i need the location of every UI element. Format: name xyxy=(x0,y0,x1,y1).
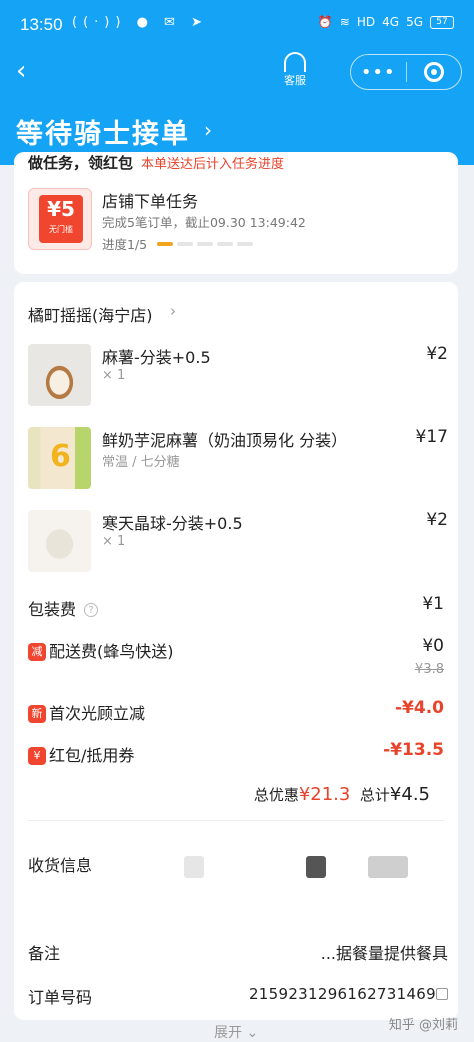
item-image xyxy=(28,344,91,406)
coupon-label: 无门槛 xyxy=(49,225,73,234)
order-number-label: 订单号码 xyxy=(28,988,93,1007)
headset-icon xyxy=(284,52,306,72)
delivery-fee-label: 配送费(蜂鸟快送) xyxy=(49,642,174,661)
delivery-original-fee: ¥3.8 xyxy=(415,662,444,677)
redpack-value: -¥13.5 xyxy=(383,740,444,760)
packing-fee-label: 包装费 xyxy=(28,600,77,619)
chevron-right-icon[interactable]: › xyxy=(170,302,176,320)
coupon-badge: ¥5 无门槛 xyxy=(28,188,92,250)
total-discount-value: ¥21.3 xyxy=(298,784,351,805)
remark-row: 备注 ...据餐量提供餐具 xyxy=(28,940,448,964)
item-image xyxy=(28,427,91,489)
order-status-title[interactable]: 等待骑士接单 xyxy=(16,112,190,151)
delivery-fee-row: 减配送费(蜂鸟快送) ¥0 xyxy=(28,636,458,664)
order-item: 麻薯-分装+0.5 × 1 ¥2 xyxy=(28,344,448,408)
discount-tag: 减 xyxy=(28,643,46,661)
total-label: 总计 xyxy=(359,786,390,804)
item-price: ¥2 xyxy=(426,344,448,364)
task-card: 做任务，领红包 本单送达后计入任务进度 ¥5 无门槛 店铺下单任务 完成5笔订单，… xyxy=(14,152,458,274)
redpack-row: ¥ 红包/抵用券 -¥13.5 xyxy=(28,740,458,768)
progress-segment xyxy=(177,242,193,246)
progress-segment xyxy=(197,242,213,246)
item-price: ¥2 xyxy=(426,510,448,530)
shop-name[interactable]: 橘町摇摇(海宁店) xyxy=(28,302,153,326)
redacted-block xyxy=(368,856,408,878)
mail-icon: ✉ xyxy=(164,15,181,30)
task-title: 店铺下单任务 xyxy=(102,192,199,211)
divider xyxy=(28,820,444,821)
item-name: 鲜奶芋泥麻薯（奶油顶易化 分装） xyxy=(102,431,348,450)
send-icon: ➤ xyxy=(191,15,208,30)
customer-service-button[interactable]: 客服 xyxy=(275,52,315,88)
item-spec: × 1 xyxy=(102,368,126,383)
signal-wave-icon: ((·)) xyxy=(72,15,127,30)
remark-label: 备注 xyxy=(28,944,61,963)
signal-5g-icon: 5G xyxy=(406,15,423,29)
task-description: 完成5笔订单，截止09.30 13:49:42 xyxy=(102,215,306,230)
packing-fee-value: ¥1 xyxy=(422,594,444,614)
new-discount-value: -¥4.0 xyxy=(395,698,444,718)
item-price: ¥17 xyxy=(415,427,448,447)
copy-icon[interactable] xyxy=(436,988,448,1000)
customer-service-label: 客服 xyxy=(284,74,306,87)
redpack-label: 红包/抵用券 xyxy=(49,746,135,765)
order-item: 寒天晶球-分装+0.5 × 1 ¥2 xyxy=(28,510,448,574)
task-progress-bar xyxy=(157,242,253,246)
mini-program-capsule: ••• xyxy=(350,54,462,90)
progress-segment xyxy=(217,242,233,246)
nav-bar: ‹ 客服 ••• xyxy=(0,48,474,100)
item-image xyxy=(28,510,91,572)
hd-icon: HD xyxy=(356,15,376,29)
chevron-right-icon[interactable]: › xyxy=(204,118,212,142)
item-name: 麻薯-分装+0.5 xyxy=(102,348,211,367)
redpack-tag: ¥ xyxy=(28,747,46,765)
order-card: 橘町摇摇(海宁店) › 麻薯-分装+0.5 × 1 ¥2 鲜奶芋泥麻薯（奶油顶易… xyxy=(14,282,458,1041)
order-number-value: 2159231296162731469 xyxy=(248,985,436,1003)
new-customer-discount-row: 新首次光顾立减 -¥4.0 xyxy=(28,698,458,726)
redacted-block xyxy=(184,856,204,878)
order-item: 鲜奶芋泥麻薯（奶油顶易化 分装） 常温 / 七分糖 ¥17 xyxy=(28,427,448,491)
task-heading-text: 做任务，领红包 xyxy=(28,154,134,172)
progress-segment xyxy=(157,242,173,246)
alarm-icon: ⏰ xyxy=(317,15,333,29)
battery-icon: 57 xyxy=(430,15,454,29)
task-heading-note: 本单送达后计入任务进度 xyxy=(141,157,285,172)
signal-4g-icon: 4G xyxy=(382,15,400,29)
help-icon[interactable]: ? xyxy=(84,603,99,617)
task-progress-text: 进度1/5 xyxy=(102,237,148,252)
close-mini-program-button[interactable] xyxy=(406,62,461,82)
notification-icons: ((·)) ● ✉ ➤ xyxy=(72,15,208,30)
packing-fee-row: 包装费? ¥1 xyxy=(28,594,458,622)
item-name: 寒天晶球-分装+0.5 xyxy=(102,514,243,533)
new-tag: 新 xyxy=(28,705,46,723)
status-time: 13:50 xyxy=(20,15,63,34)
new-discount-label: 首次光顾立减 xyxy=(49,704,146,723)
order-summary: 总优惠¥21.3 总计¥4.5 xyxy=(254,784,430,805)
expand-button[interactable]: 展开 ⌄ xyxy=(214,1022,258,1042)
system-icons: ⏰ ≋ HD 4G 5G 57 xyxy=(318,15,454,29)
vibrate-icon: ≋ xyxy=(339,15,350,29)
coupon-ticket: ¥5 无门槛 xyxy=(39,195,83,243)
progress-segment xyxy=(237,242,253,246)
watermark: 知乎 @刘莉 xyxy=(388,1018,458,1033)
coupon-amount: ¥5 xyxy=(47,197,75,221)
status-bar: 13:50 ((·)) ● ✉ ➤ ⏰ ≋ HD 4G 5G 57 xyxy=(0,0,474,48)
item-spec: 常温 / 七分糖 xyxy=(102,455,180,470)
target-icon xyxy=(423,62,444,82)
total-value: ¥4.5 xyxy=(389,784,430,805)
delivery-fee-value: ¥0 xyxy=(422,636,444,656)
more-icon[interactable]: ••• xyxy=(351,62,406,83)
item-spec: × 1 xyxy=(102,534,126,549)
address-label: 收货信息 xyxy=(28,856,93,875)
expand-label: 展开 xyxy=(214,1025,242,1041)
remark-value: ...据餐量提供餐具 xyxy=(320,944,448,963)
total-discount-label: 总优惠 xyxy=(253,786,299,804)
back-icon[interactable]: ‹ xyxy=(16,56,44,86)
header: 13:50 ((·)) ● ✉ ➤ ⏰ ≋ HD 4G 5G 57 ‹ 客服 •… xyxy=(0,0,474,165)
task-heading: 做任务，领红包 本单送达后计入任务进度 xyxy=(28,152,284,173)
wechat-icon: ● xyxy=(136,15,154,30)
chevron-down-icon: ⌄ xyxy=(246,1025,259,1041)
redacted-block xyxy=(306,856,326,878)
